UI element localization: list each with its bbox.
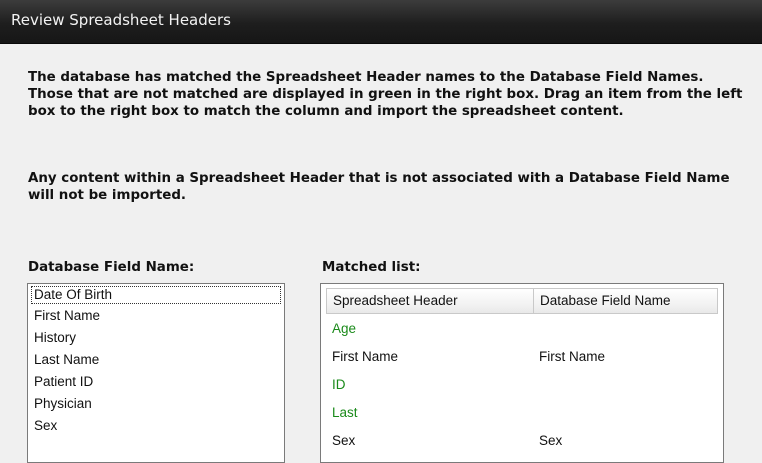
list-item-physician[interactable]: Physician: [28, 393, 284, 415]
table-row[interactable]: Sex Sex: [326, 426, 718, 454]
list-item-date-of-birth[interactable]: Date Of Birth: [30, 285, 282, 305]
matched-list-grid[interactable]: Spreadsheet Header Database Field Name A…: [320, 283, 724, 463]
dialog-title: Review Spreadsheet Headers: [11, 11, 231, 29]
database-field-cell: Sex: [539, 433, 563, 448]
list-item-first-name[interactable]: First Name: [28, 305, 284, 327]
instructions-paragraph-1: The database has matched the Spreadsheet…: [28, 70, 743, 119]
grid-rows: Age First Name First Name ID Last Sex Se…: [326, 314, 718, 454]
database-field-cell: First Name: [539, 349, 606, 364]
dialog-titlebar[interactable]: Review Spreadsheet Headers: [0, 0, 762, 44]
table-row[interactable]: Age: [326, 314, 718, 342]
field-list-label: Database Field Name:: [28, 260, 195, 275]
column-header-spreadsheet-header[interactable]: Spreadsheet Header: [327, 289, 534, 313]
spreadsheet-header-cell: Sex: [332, 433, 356, 448]
spreadsheet-header-cell: Last: [332, 405, 358, 420]
table-row[interactable]: Last: [326, 398, 718, 426]
matched-list-label: Matched list:: [322, 260, 421, 275]
list-item-last-name[interactable]: Last Name: [28, 349, 284, 371]
list-item-sex[interactable]: Sex: [28, 415, 284, 437]
table-row[interactable]: First Name First Name: [326, 342, 718, 370]
dialog-content: The database has matched the Spreadsheet…: [0, 44, 762, 463]
list-item-history[interactable]: History: [28, 327, 284, 349]
spreadsheet-header-cell: First Name: [332, 349, 399, 364]
spreadsheet-header-cell: Age: [332, 321, 357, 336]
database-field-listbox[interactable]: Date Of Birth First Name History Last Na…: [27, 283, 285, 463]
table-row[interactable]: ID: [326, 370, 718, 398]
column-header-database-field-name[interactable]: Database Field Name: [534, 289, 717, 313]
grid-header: Spreadsheet Header Database Field Name: [326, 288, 718, 314]
list-item-patient-id[interactable]: Patient ID: [28, 371, 284, 393]
instructions-paragraph-2: Any content within a Spreadsheet Header …: [28, 171, 730, 203]
spreadsheet-header-cell: ID: [332, 377, 346, 392]
